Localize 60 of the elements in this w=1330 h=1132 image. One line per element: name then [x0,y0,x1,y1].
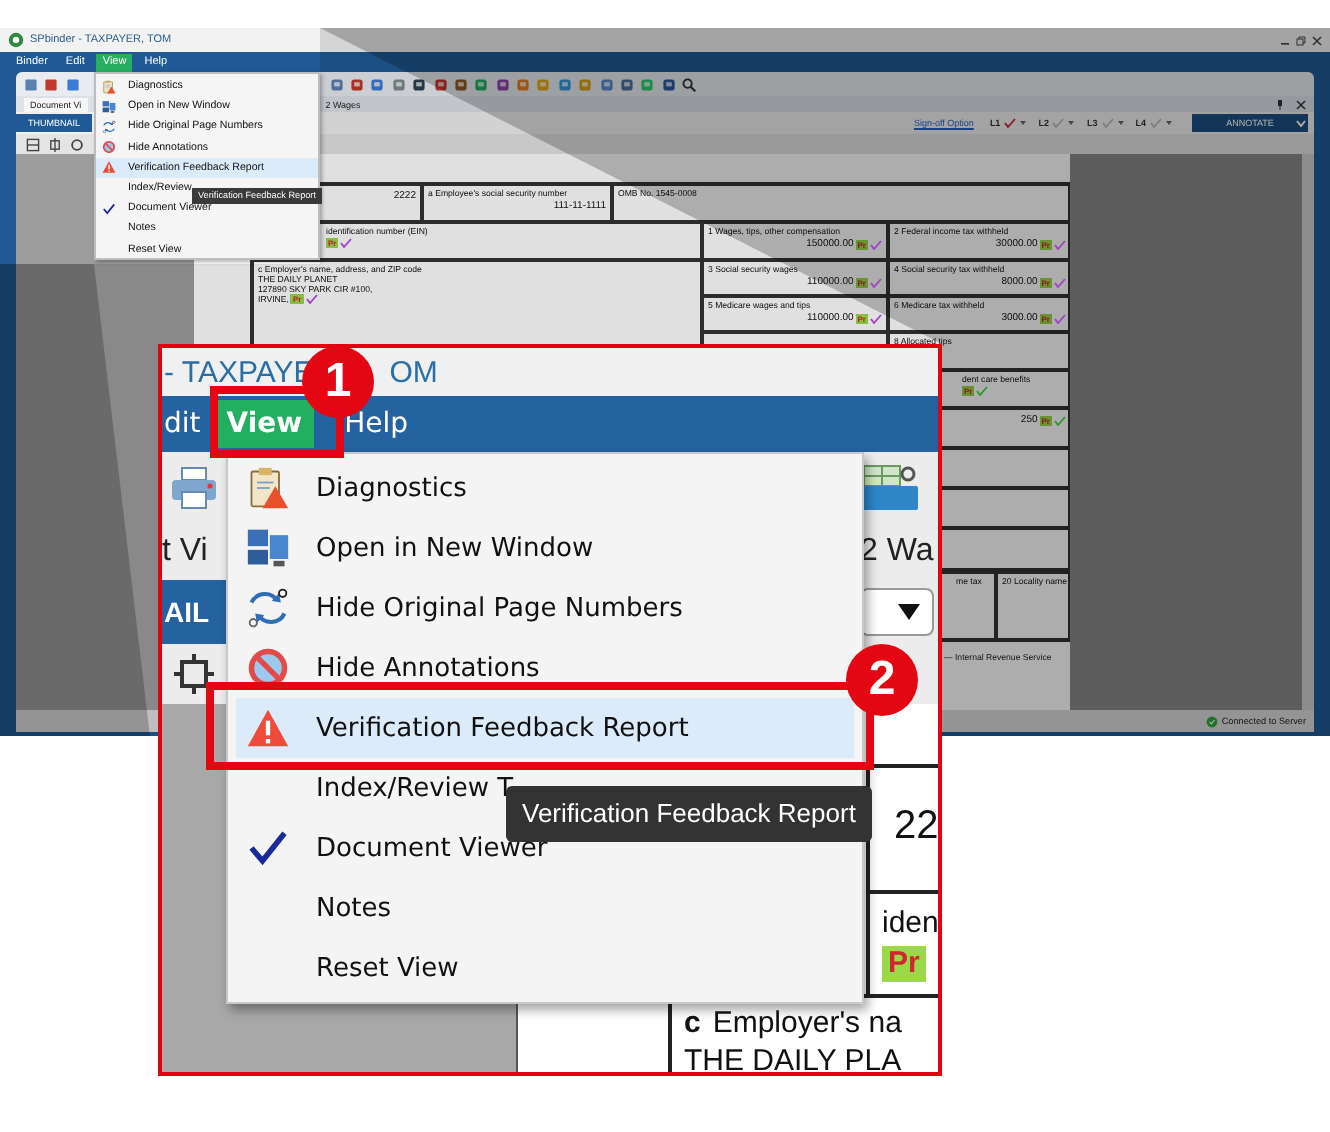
checkmark-icon[interactable] [1052,118,1065,128]
caret-icon[interactable] [1117,120,1124,126]
checkmark-icon [101,201,115,216]
grid-icon[interactable] [26,137,40,151]
search-icon[interactable] [682,77,697,91]
menu-bar-item[interactable]: dit [162,396,209,452]
warning-icon [101,160,115,175]
menu-item[interactable]: Hide Original Page Numbers [236,578,854,638]
printer-icon[interactable] [170,466,218,510]
ring-icon[interactable] [70,137,84,151]
menu-item[interactable]: Verification Feedback Report [236,698,854,758]
caret-icon[interactable] [1020,120,1027,126]
window-title: OM [389,355,438,389]
fit-page-icon[interactable] [174,654,214,694]
tooltip: Verification Feedback Report [506,786,872,842]
menu-item[interactable]: Diagnostics [236,458,854,518]
caret-icon[interactable] [1166,120,1172,126]
swap-arrows-icon [101,119,115,134]
clipboard-warning-icon [101,79,115,94]
bracket-icon[interactable] [48,137,62,151]
warning-icon [246,706,290,750]
spreadsheet-icon[interactable] [860,464,920,512]
checkmark-icon [246,826,290,870]
swap-arrows-icon [246,586,290,630]
checkmark-icon[interactable] [1004,118,1017,128]
connected-icon [1205,715,1218,727]
caret-icon [898,604,920,620]
restore-icon[interactable] [1296,35,1306,45]
menu-item[interactable]: Reset View [236,938,854,998]
no-entry-icon [101,140,115,155]
form-label: Employer's na [712,1006,902,1040]
toolbar-icon[interactable] [661,77,676,91]
clipboard-warning-icon [246,466,290,510]
form-value: 22 [894,804,938,850]
menu-item[interactable]: Notes [236,878,854,938]
toolbar-icon[interactable] [495,77,510,91]
toolbar-icon[interactable] [412,77,427,91]
app-logo-icon [8,32,24,48]
form-label: iden [882,906,938,940]
form-text: THE DAILY PLA [684,1044,904,1072]
checkmark-icon[interactable] [1150,118,1162,128]
dropdown[interactable] [860,588,934,636]
pin-icon[interactable] [1276,99,1284,109]
monitors-icon [101,99,115,114]
toolbar-icon[interactable] [453,77,468,91]
toolbar-icon[interactable] [370,77,385,91]
panel-title: t Vi [162,532,210,572]
close-icon[interactable] [1296,99,1306,109]
toolbar-icon[interactable] [433,77,448,91]
menu-item[interactable]: Open in New Window [236,518,854,578]
chevron-icon[interactable] [1296,119,1306,127]
close-icon[interactable] [1312,35,1322,45]
scrollbar[interactable] [1302,154,1314,710]
checkmark-icon[interactable] [1101,118,1114,128]
monitors-icon [246,526,290,570]
toolbar-icon[interactable] [349,77,364,91]
toolbar-icon[interactable] [620,77,635,91]
thumbnail-tab[interactable]: AIL [162,580,226,644]
caret-icon[interactable] [1068,120,1075,126]
form-label: c [684,1006,701,1040]
